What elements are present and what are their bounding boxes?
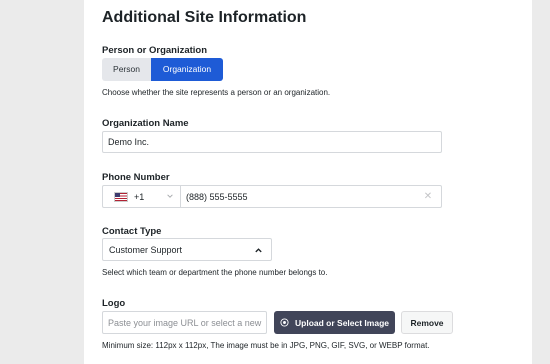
contact-type-help: Select which team or department the phon… [102, 268, 328, 277]
logo-url-input[interactable]: Paste your image URL or select a new [102, 311, 267, 334]
clear-icon[interactable]: ✕ [421, 191, 435, 202]
org-name-label: Organization Name [102, 118, 189, 129]
phone-number-input[interactable]: (888) 555-5555 [181, 192, 421, 202]
contact-type-label: Contact Type [102, 226, 162, 237]
upload-target-icon [280, 318, 289, 327]
upload-image-button[interactable]: Upload or Select Image [274, 311, 395, 334]
section-title: Additional Site Information [102, 9, 307, 26]
logo-help: Minimum size: 112px x 112px, The image m… [102, 341, 430, 350]
country-code-select[interactable]: +1 [103, 186, 181, 207]
logo-label: Logo [102, 298, 126, 309]
us-flag-icon [114, 191, 128, 202]
person-org-label: Person or Organization [102, 45, 208, 56]
person-org-toggle: Person Organization [102, 58, 223, 81]
contact-type-select[interactable]: Customer Support [102, 238, 272, 261]
remove-logo-button[interactable]: Remove [401, 311, 453, 334]
person-org-help: Choose whether the site represents a per… [102, 88, 331, 97]
settings-panel: Additional Site Information Person or Or… [84, 0, 532, 364]
logo-url-placeholder: Paste your image URL or select a new [108, 317, 262, 328]
phone-field: +1 (888) 555-5555 ✕ [102, 185, 442, 208]
organization-button[interactable]: Organization [151, 58, 223, 81]
person-button[interactable]: Person [102, 58, 151, 81]
chevron-up-icon [255, 248, 262, 253]
chevron-down-icon [167, 194, 173, 198]
org-name-input[interactable]: Demo Inc. [102, 131, 442, 153]
upload-button-label: Upload or Select Image [295, 317, 389, 328]
dial-code: +1 [134, 191, 145, 202]
contact-type-value: Customer Support [109, 244, 183, 255]
phone-label: Phone Number [102, 172, 170, 183]
